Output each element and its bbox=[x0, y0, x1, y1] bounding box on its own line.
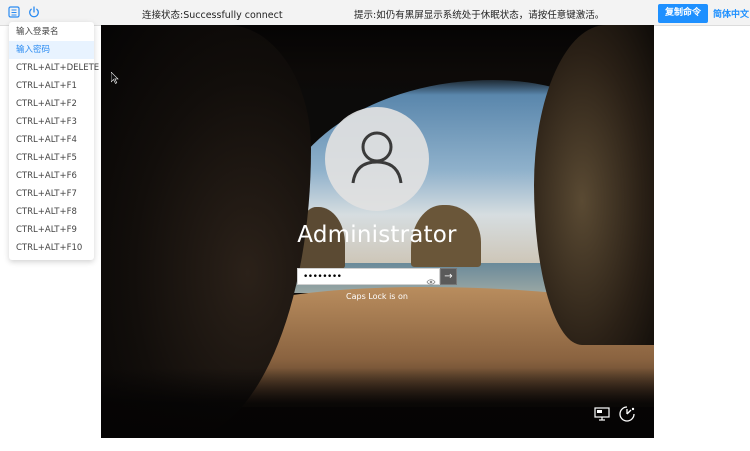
password-field[interactable]: •••••••• bbox=[297, 268, 440, 285]
menu-item-ctrl-alt-f8[interactable]: CTRL+ALT+F8 bbox=[9, 203, 94, 221]
login-username: Administrator bbox=[297, 222, 457, 248]
keyboard-icon[interactable] bbox=[7, 5, 21, 19]
menu-item-ctrl-alt-f6[interactable]: CTRL+ALT+F6 bbox=[9, 167, 94, 185]
sleep-hint: 提示:如仍有黑屏显示系统处于休眠状态，请按任意键激活。 bbox=[354, 10, 605, 21]
connection-status: 连接状态:Successfully connect bbox=[142, 10, 283, 21]
menu-item-enter-username[interactable]: 输入登录名 bbox=[9, 23, 94, 41]
command-menu: 输入登录名 输入密码 CTRL+ALT+DELETE CTRL+ALT+F1 C… bbox=[9, 22, 99, 260]
language-selector[interactable]: 简体中文 bbox=[713, 7, 749, 20]
menu-item-ctrl-alt-f5[interactable]: CTRL+ALT+F5 bbox=[9, 149, 94, 167]
cave-floor bbox=[101, 368, 654, 438]
copy-command-button[interactable]: 复制命令 bbox=[658, 4, 708, 23]
password-value: •••••••• bbox=[303, 272, 342, 282]
mouse-pointer-icon bbox=[110, 69, 119, 84]
reveal-password-icon[interactable] bbox=[426, 272, 436, 285]
submit-arrow-button[interactable]: → bbox=[440, 268, 457, 285]
menu-item-ctrl-alt-f10[interactable]: CTRL+ALT+F10 bbox=[9, 239, 94, 257]
remote-desktop-screen[interactable]: Administrator •••••••• → Caps Lock is on bbox=[101, 25, 654, 438]
menu-item-enter-password[interactable]: 输入密码 bbox=[9, 41, 94, 59]
user-avatar bbox=[325, 107, 429, 211]
accessibility-icon[interactable] bbox=[618, 405, 636, 423]
menu-item-ctrl-alt-delete[interactable]: CTRL+ALT+DELETE bbox=[9, 59, 99, 77]
caps-lock-warning: Caps Lock is on bbox=[346, 292, 408, 301]
menu-item-ctrl-alt-f7[interactable]: CTRL+ALT+F7 bbox=[9, 185, 94, 203]
menu-item-ctrl-alt-f9[interactable]: CTRL+ALT+F9 bbox=[9, 221, 94, 239]
menu-item-ctrl-alt-f4[interactable]: CTRL+ALT+F4 bbox=[9, 131, 94, 149]
network-icon[interactable] bbox=[593, 405, 611, 423]
arrow-right-icon: → bbox=[444, 271, 453, 282]
top-toolbar: 连接状态:Successfully connect 提示:如仍有黑屏显示系统处于… bbox=[0, 0, 750, 26]
menu-item-ctrl-alt-f2[interactable]: CTRL+ALT+F2 bbox=[9, 95, 94, 113]
menu-item-ctrl-alt-f3[interactable]: CTRL+ALT+F3 bbox=[9, 113, 94, 131]
menu-item-ctrl-alt-f1[interactable]: CTRL+ALT+F1 bbox=[9, 77, 94, 95]
user-icon bbox=[351, 131, 403, 184]
power-icon[interactable] bbox=[27, 5, 41, 19]
